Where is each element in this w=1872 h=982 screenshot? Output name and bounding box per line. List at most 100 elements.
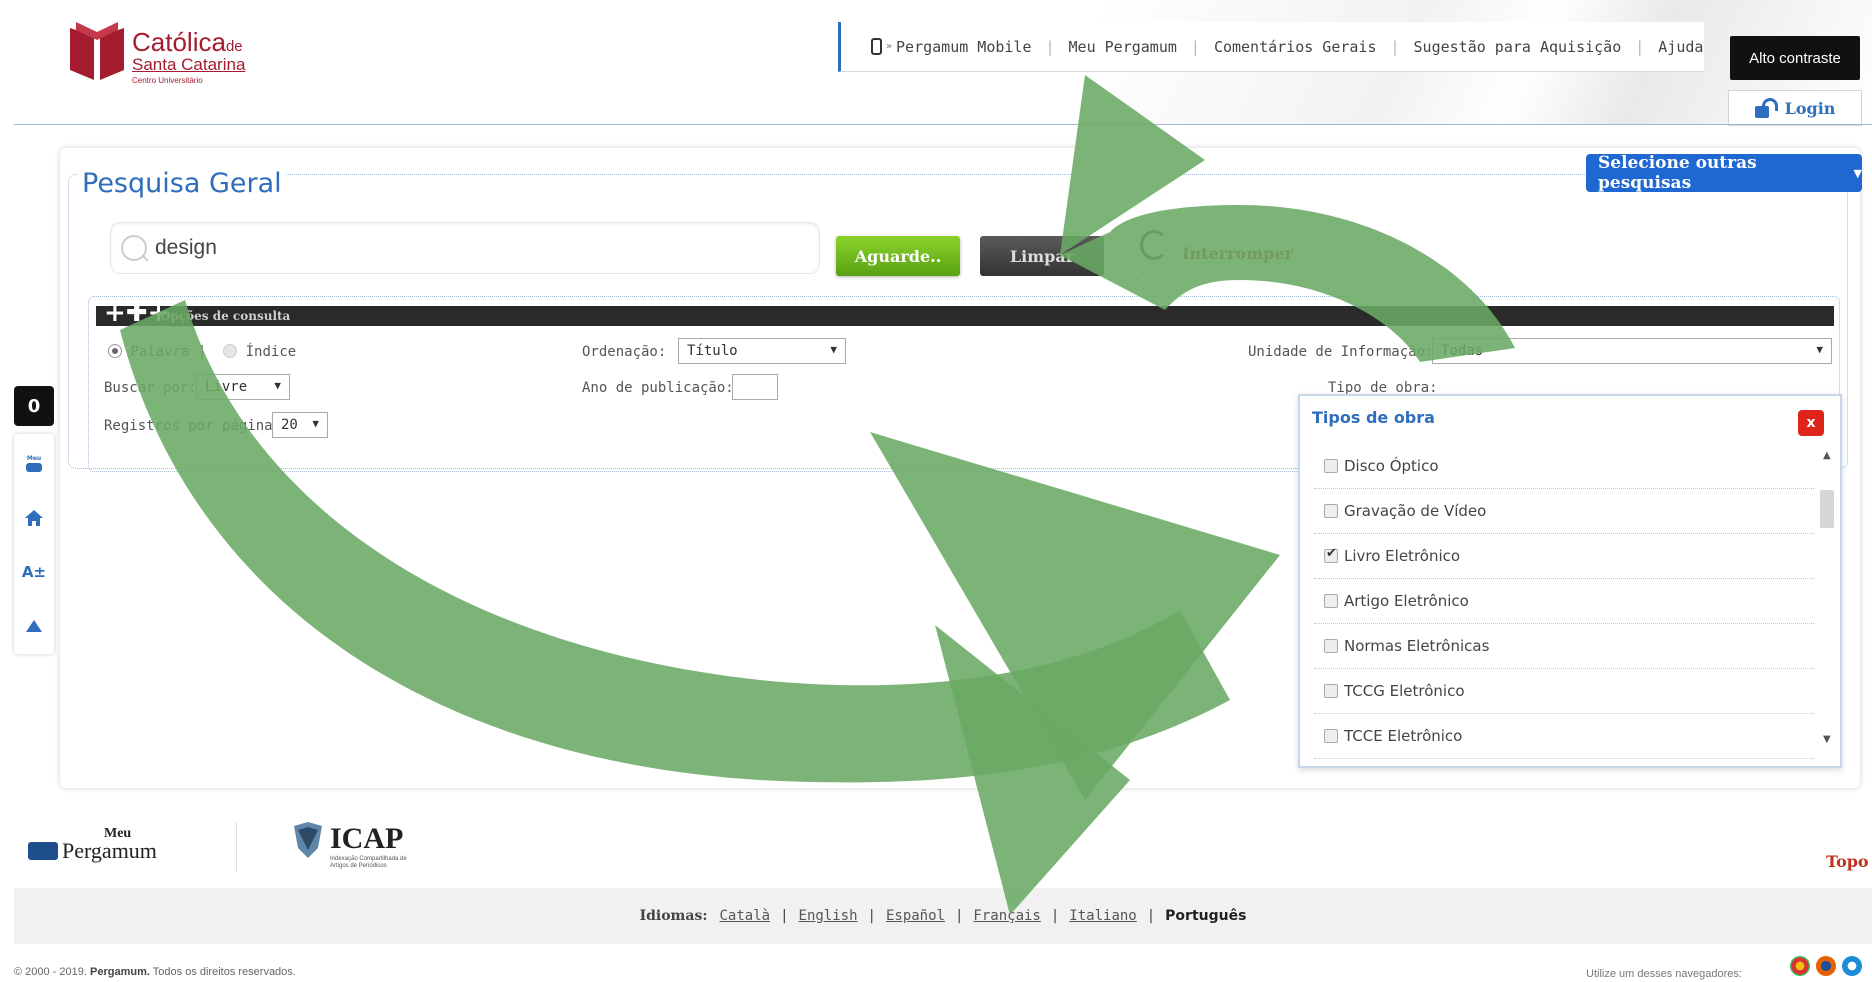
checkbox-checked[interactable] <box>1324 546 1338 563</box>
chevron-down-icon: ▼ <box>830 343 837 356</box>
firefox-icon[interactable] <box>1816 956 1836 976</box>
checkbox[interactable] <box>1324 639 1338 653</box>
per-page-select[interactable]: 20 ▼ <box>272 412 328 438</box>
plus-icon[interactable]: +✚+ <box>104 300 169 326</box>
list-item[interactable]: Artigo Eletrônico <box>1314 579 1814 624</box>
brand-line3: Centro Universitário <box>132 76 203 85</box>
search-icon <box>121 235 147 261</box>
year-label: Ano de publicação: <box>582 380 734 396</box>
nav-sugestao-aquisicao[interactable]: Sugestão para Aquisição <box>1414 38 1622 56</box>
top-navigation: » Pergamum Mobile | Meu Pergamum | Comen… <box>838 22 1704 72</box>
nav-pergamum-mobile[interactable]: Pergamum Mobile <box>896 38 1031 56</box>
order-select-value: Título <box>687 343 738 359</box>
home-icon[interactable] <box>22 506 46 530</box>
nav-ajuda[interactable]: Ajuda <box>1658 38 1703 56</box>
chevron-down-icon: ▼ <box>1853 166 1862 180</box>
checkbox[interactable] <box>1324 684 1338 698</box>
lang-separator: | <box>780 908 789 924</box>
lang-separator: | <box>867 908 876 924</box>
radio-separator: | <box>197 344 207 360</box>
lang-link-italiano[interactable]: Italiano <box>1069 908 1136 924</box>
copyright-rights: Todos os direitos reservados. <box>152 966 296 978</box>
checkbox[interactable] <box>1324 594 1338 608</box>
meu-text: Meu <box>27 455 41 462</box>
list-item[interactable]: Normas Eletrônicas <box>1314 624 1814 669</box>
unit-select[interactable]: Todas ▼ <box>1432 338 1832 364</box>
lang-current: Português <box>1165 908 1247 924</box>
pergamum-wordmark: Pergamum <box>62 838 157 863</box>
internet-explorer-icon[interactable] <box>1842 956 1862 976</box>
lang-link-espanol[interactable]: Español <box>886 908 945 924</box>
double-arrow-icon: » <box>886 41 893 52</box>
languages-label: Idiomas: <box>639 908 708 924</box>
icap-subtitle: Indexação Compartilhada de Artigos de Pe… <box>330 856 407 869</box>
meu-pergamum-icon[interactable]: Meu <box>22 452 46 476</box>
back-to-top-link[interactable]: Topo <box>1826 852 1869 871</box>
query-options-label: Opções de consulta <box>160 309 291 323</box>
per-page-value: 20 <box>281 417 298 433</box>
query-options-bar[interactable]: Opções de consulta <box>96 306 1834 326</box>
lang-separator: | <box>1050 908 1060 924</box>
copyright-brand: Pergamum. <box>90 966 150 978</box>
contrast-toggle-button[interactable]: 0 <box>14 386 54 426</box>
radio-indice-label: Índice <box>245 344 297 360</box>
list-item[interactable]: Disco Óptico <box>1314 444 1814 489</box>
list-item-label: Disco Óptico <box>1344 457 1439 475</box>
unit-select-value: Todas <box>1441 343 1484 359</box>
other-searches-dropdown[interactable]: Selecione outras pesquisas ▼ <box>1586 153 1862 193</box>
lang-separator: | <box>1146 908 1156 924</box>
book-logo-icon <box>70 22 124 80</box>
arrow-up-icon[interactable] <box>22 614 46 638</box>
lang-link-english[interactable]: English <box>799 908 858 924</box>
list-item[interactable]: Gravação de Vídeo <box>1314 489 1814 534</box>
high-contrast-button[interactable]: Alto contraste <box>1730 36 1860 80</box>
work-types-title: Tipos de obra <box>1312 408 1435 427</box>
icap-shield-icon <box>294 822 322 858</box>
per-page-label: Registros por página: <box>104 418 282 434</box>
list-item-label: Gravação de Vídeo <box>1344 502 1487 520</box>
nav-separator: | <box>1190 37 1200 56</box>
search-submit-button[interactable]: Aguarde.. <box>836 236 960 276</box>
catolica-logo[interactable]: Católicade Santa Catarina Centro Univers… <box>66 20 266 90</box>
list-item[interactable]: TCCE Eletrônico <box>1314 714 1814 759</box>
nav-meu-pergamum[interactable]: Meu Pergamum <box>1069 38 1177 56</box>
scrollbar-thumb[interactable] <box>1820 490 1834 528</box>
list-item-label: TCCE Eletrônico <box>1344 727 1463 745</box>
unlock-icon <box>1754 98 1778 118</box>
order-select[interactable]: Título ▼ <box>678 338 846 364</box>
clear-button[interactable]: Limpar <box>980 236 1104 276</box>
list-item-label: Normas Eletrônicas <box>1344 637 1490 655</box>
close-icon[interactable]: x <box>1798 410 1824 436</box>
lang-separator: | <box>954 908 964 924</box>
year-input[interactable] <box>732 374 778 400</box>
icap-wordmark: ICAP <box>330 822 404 855</box>
radio-indice[interactable] <box>223 344 238 358</box>
lang-link-francais[interactable]: Français <box>973 908 1040 924</box>
search-input[interactable]: design <box>110 222 820 274</box>
login-button[interactable]: Login <box>1728 90 1862 126</box>
font-size-icon[interactable]: A± <box>22 560 46 584</box>
search-query-text: design <box>155 236 217 259</box>
stop-search-link[interactable]: Interromper <box>1182 244 1293 263</box>
search-by-value: Livre <box>205 379 248 395</box>
copyright-years: © 2000 - 2019. <box>14 966 87 978</box>
loading-spinner-icon <box>1140 230 1168 260</box>
checkbox[interactable] <box>1324 504 1338 518</box>
list-item[interactable]: TCCG Eletrônico <box>1314 669 1814 714</box>
lang-link-catala[interactable]: Català <box>720 908 771 924</box>
chrome-icon[interactable] <box>1790 956 1810 976</box>
work-types-list: Disco Óptico Gravação de Vídeo Livro Ele… <box>1314 444 1814 759</box>
nav-comentarios-gerais[interactable]: Comentários Gerais <box>1214 38 1377 56</box>
search-mode-group: Palavra | Índice <box>108 344 296 360</box>
list-item-label: TCCG Eletrônico <box>1344 682 1465 700</box>
brand-line2: Santa Catarina <box>132 55 246 74</box>
checkbox[interactable] <box>1324 729 1338 743</box>
header-divider <box>14 124 1872 125</box>
scroll-down-icon[interactable]: ▼ <box>1823 734 1831 745</box>
radio-palavra[interactable] <box>108 344 122 358</box>
search-by-select[interactable]: Livre ▼ <box>196 374 290 400</box>
checkbox[interactable] <box>1324 459 1338 473</box>
search-by-label: Buscar por: <box>104 380 197 396</box>
list-item[interactable]: Livro Eletrônico <box>1314 534 1814 579</box>
scroll-up-icon[interactable]: ▲ <box>1823 450 1831 461</box>
